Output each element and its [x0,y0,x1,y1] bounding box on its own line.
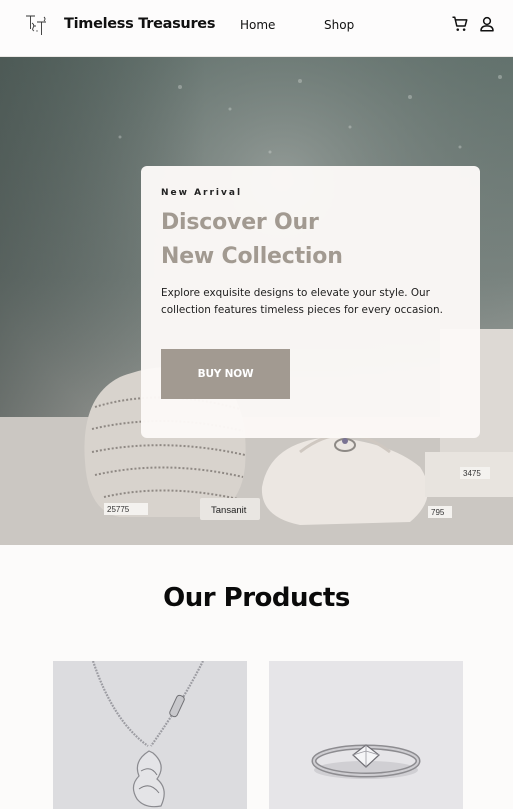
hero-eyebrow: New Arrival [161,188,243,198]
tag-3475: 3475 [463,469,481,478]
tag-tansanit: Tansanit [211,505,247,516]
tag-25775: 25775 [107,505,130,514]
necklace-product-image [53,661,247,809]
tag-795: 795 [431,508,445,517]
brand-name[interactable]: Timeless Treasures [64,16,215,32]
cart-icon[interactable] [451,15,469,33]
user-icon[interactable] [478,15,496,33]
hero-title-line2: New Collection [161,244,343,269]
hero-title-line1: Discover Our [161,210,319,235]
product-card-necklace[interactable] [53,661,247,809]
hero-title: Discover Our New Collection [161,206,461,274]
logo-monogram-icon [26,15,46,35]
hero-section: 25775 Tansanit 3475 795 New Arrival Disc… [0,57,513,545]
buy-now-button[interactable]: BUY NOW [161,349,290,399]
brand-logo[interactable] [24,13,56,37]
hero-card: New Arrival Discover Our New Collection … [141,166,480,438]
product-card-ring[interactable] [269,661,463,809]
nav-home-link[interactable]: Home [240,18,275,32]
nav-shop-link[interactable]: Shop [324,18,354,32]
ring-product-image [269,661,463,809]
products-heading: Our Products [163,583,350,613]
site-header: Timeless Treasures Home Shop [0,0,513,57]
hero-description: Explore exquisite designs to elevate you… [161,287,443,316]
